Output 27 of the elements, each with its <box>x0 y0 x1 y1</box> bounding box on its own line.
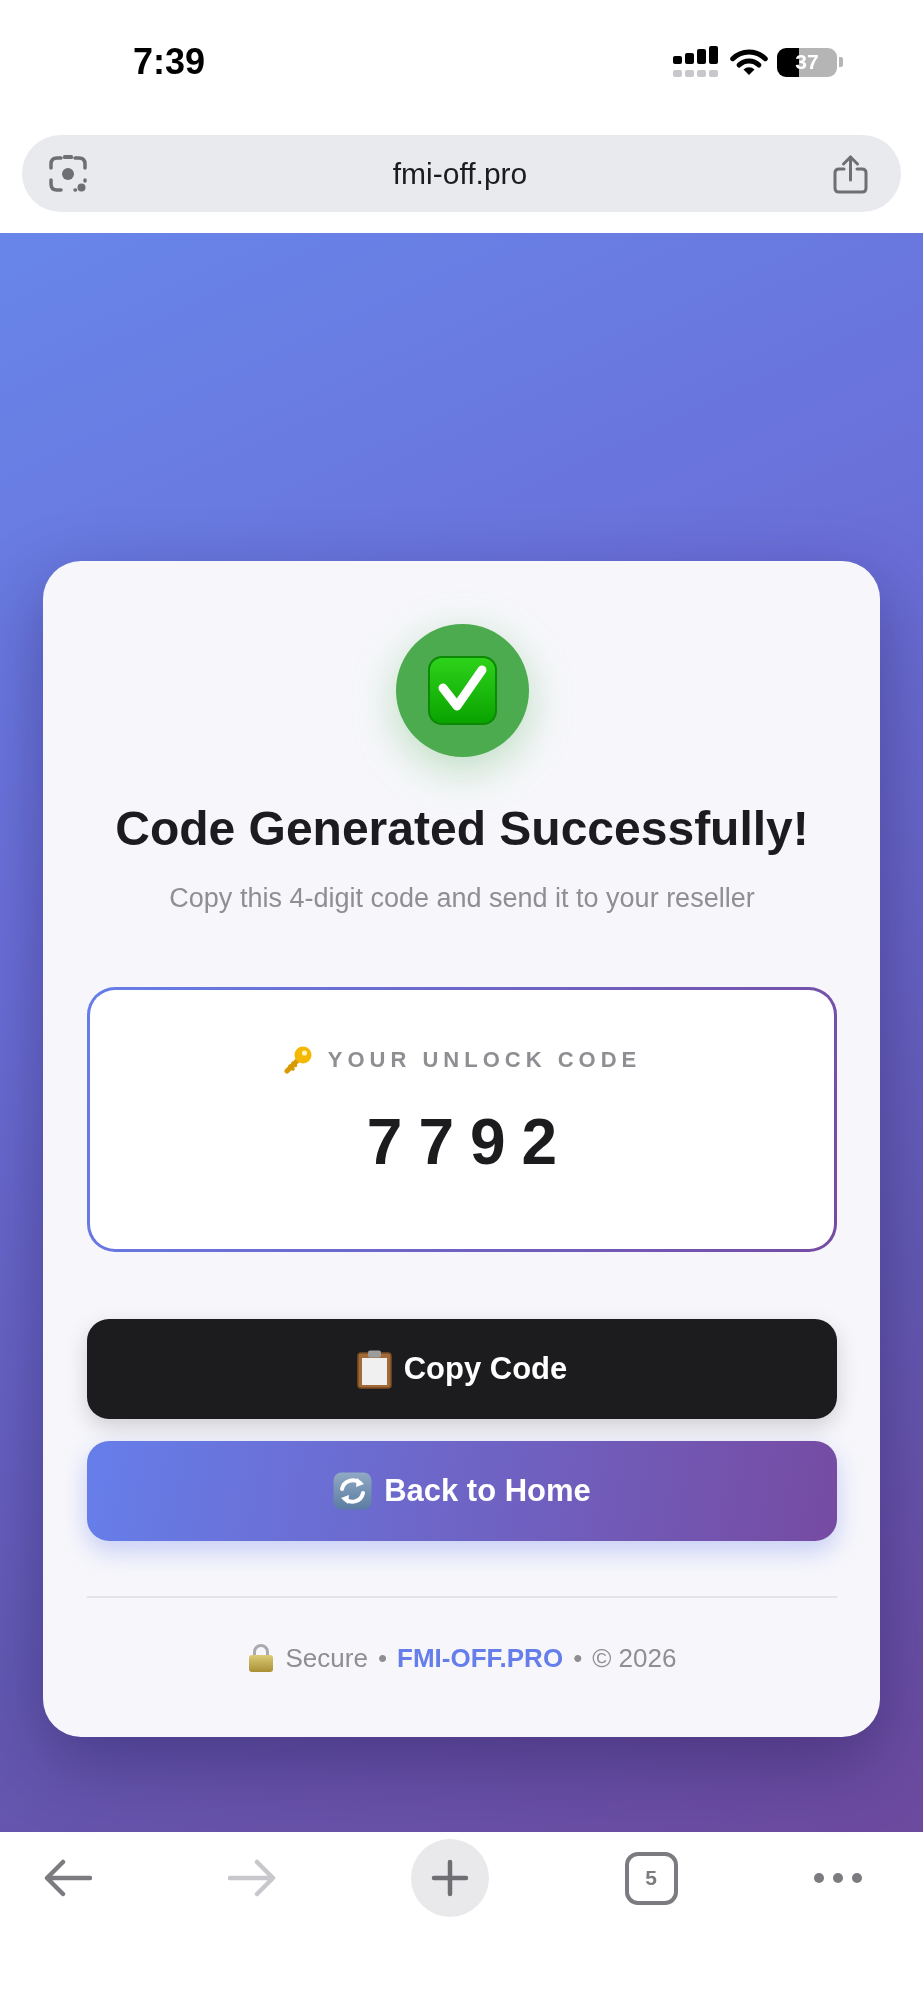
address-bar[interactable]: fmi-off.pro <box>22 135 901 212</box>
share-icon[interactable] <box>832 153 869 194</box>
success-check-icon <box>395 624 529 757</box>
footer-text: © 2026 <box>592 1642 677 1673</box>
scan-icon[interactable] <box>48 153 88 194</box>
status-time: 7:39 <box>133 41 206 83</box>
key-icon <box>282 1046 312 1074</box>
refresh-icon <box>333 1472 373 1510</box>
back-home-button[interactable]: Back to Home <box>87 1441 837 1541</box>
clipboard-icon <box>356 1349 392 1389</box>
separator: • <box>377 1642 388 1673</box>
signal-icon <box>673 46 721 78</box>
code-label: YOUR UNLOCK CODE <box>327 1047 642 1073</box>
copy-code-button[interactable]: Copy Code <box>87 1319 837 1419</box>
padlock-icon <box>247 1643 274 1672</box>
tabs-button[interactable]: 5 <box>624 1851 678 1905</box>
unlock-code: 7792 <box>365 1105 574 1180</box>
back-arrow-icon[interactable] <box>44 1859 92 1897</box>
wifi-icon <box>729 47 769 77</box>
separator: • <box>573 1642 583 1673</box>
more-icon[interactable] <box>813 1872 863 1884</box>
instruction-text: Copy this 4-digit code and send it to your reseller <box>169 882 755 914</box>
footer-link[interactable]: FMI-OFF.PRO <box>397 1642 564 1673</box>
success-title: Code Generated Successfully! <box>115 802 809 856</box>
url-text: fmi-off.pro <box>392 156 528 191</box>
plus-icon <box>431 1859 469 1897</box>
footer-text: Secure <box>285 1642 368 1673</box>
